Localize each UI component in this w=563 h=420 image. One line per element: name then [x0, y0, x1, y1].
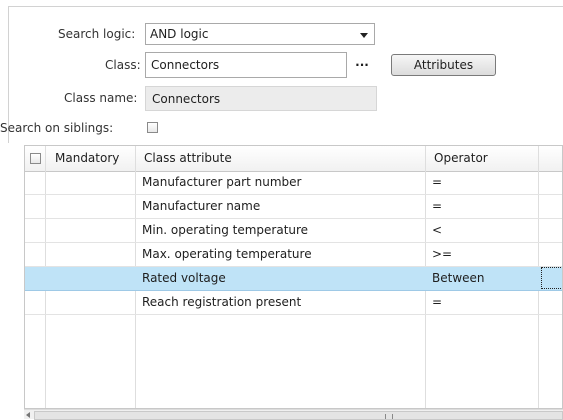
- attributes-button[interactable]: Attributes: [391, 54, 496, 76]
- cell-mandatory[interactable]: [46, 219, 52, 242]
- class-field[interactable]: Connectors: [145, 52, 347, 78]
- table-row[interactable]: Manufacturer part number =: [25, 171, 562, 195]
- cell-operator[interactable]: =: [426, 171, 442, 194]
- cell-class-attribute[interactable]: Reach registration present: [136, 291, 301, 314]
- cell-operator[interactable]: =: [426, 291, 442, 314]
- scroll-left-icon[interactable]: [26, 412, 30, 418]
- cell-mandatory[interactable]: [46, 171, 52, 194]
- cell-mandatory[interactable]: [46, 243, 52, 266]
- chevron-down-icon: [360, 33, 368, 38]
- column-header-class-attribute[interactable]: Class attribute: [138, 146, 232, 171]
- cell-class-attribute[interactable]: Min. operating temperature: [136, 219, 308, 242]
- column-header-mandatory[interactable]: Mandatory: [49, 146, 119, 171]
- table-header: Mandatory Class attribute Operator: [25, 146, 562, 172]
- cell-operator[interactable]: >=: [426, 243, 452, 266]
- browse-class-button[interactable]: ...: [353, 56, 371, 71]
- cell-class-attribute[interactable]: Rated voltage: [136, 267, 226, 290]
- grip-icon: [385, 414, 393, 419]
- class-label: Class:: [105, 58, 141, 72]
- horizontal-scrollbar[interactable]: [24, 409, 563, 420]
- class-name-label: Class name:: [64, 91, 138, 105]
- select-all-checkbox[interactable]: [30, 153, 41, 164]
- search-logic-label: Search logic:: [58, 27, 136, 41]
- column-header-operator[interactable]: Operator: [428, 146, 488, 171]
- attributes-table: Mandatory Class attribute Operator Manuf…: [24, 145, 563, 409]
- cell-operator[interactable]: <: [426, 219, 442, 242]
- cell-class-attribute[interactable]: Manufacturer name: [136, 195, 260, 218]
- table-row[interactable]: Reach registration present =: [25, 291, 562, 315]
- table-row-selected[interactable]: Rated voltage Between: [25, 267, 562, 291]
- table-row[interactable]: Manufacturer name =: [25, 195, 562, 219]
- class-value: Connectors: [151, 58, 220, 72]
- search-logic-value: AND logic: [150, 27, 209, 41]
- cell-mandatory[interactable]: [46, 291, 52, 314]
- cell-class-attribute[interactable]: Manufacturer part number: [136, 171, 301, 194]
- table-row[interactable]: Max. operating temperature >=: [25, 243, 562, 267]
- search-logic-dropdown[interactable]: AND logic: [145, 23, 375, 45]
- class-name-value: Connectors: [152, 92, 221, 106]
- focused-cell[interactable]: [541, 267, 562, 289]
- search-siblings-checkbox[interactable]: [147, 122, 158, 133]
- class-name-field: Connectors: [145, 86, 377, 111]
- table-row[interactable]: Min. operating temperature <: [25, 219, 562, 243]
- cell-operator[interactable]: =: [426, 195, 442, 218]
- cell-mandatory[interactable]: [46, 195, 52, 218]
- cell-mandatory[interactable]: [46, 267, 52, 290]
- search-siblings-label: Search on siblings:: [0, 121, 114, 135]
- panel-border-top: [8, 6, 563, 7]
- cell-class-attribute[interactable]: Max. operating temperature: [136, 243, 312, 266]
- cell-operator[interactable]: Between: [426, 267, 485, 290]
